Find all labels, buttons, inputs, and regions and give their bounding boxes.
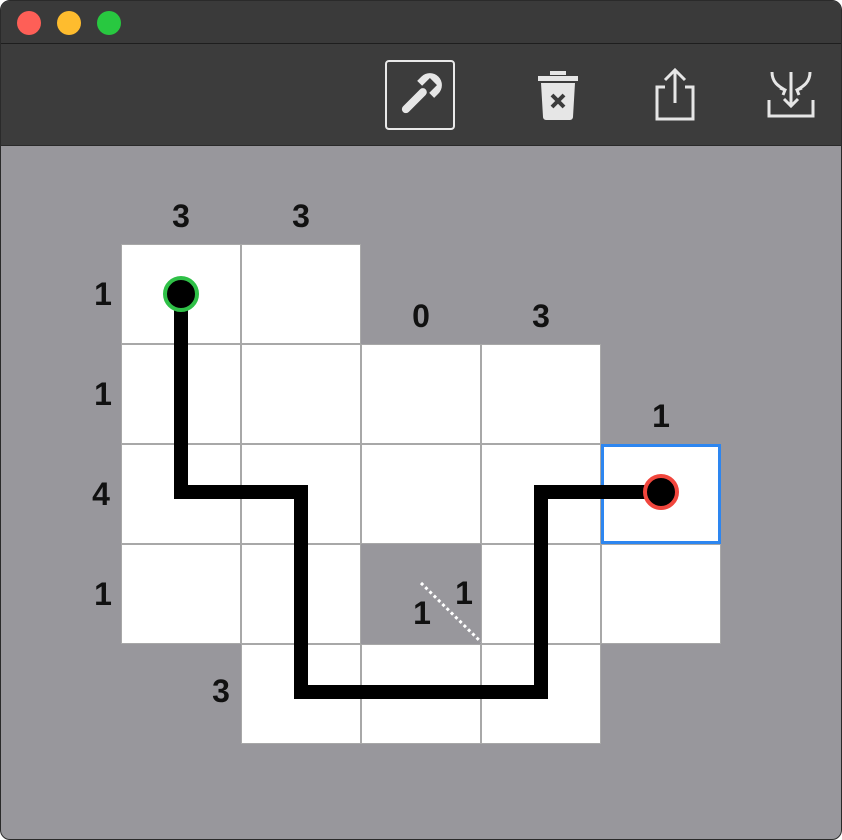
column-clue: 3 [292,197,310,234]
grid-cell[interactable] [121,544,241,644]
grid-cell[interactable] [481,644,601,744]
row-clue: 1 [94,275,112,312]
wrench-icon [401,73,442,114]
grid-cell[interactable] [361,644,481,744]
column-clue: 1 [652,397,670,434]
grid-cell[interactable] [241,544,361,644]
merge-down-button[interactable] [756,60,826,130]
grid-cell[interactable] [601,544,721,644]
close-window-button[interactable] [17,11,41,35]
column-clue: 3 [532,297,550,334]
wrench-tool-button[interactable] [385,60,455,130]
puzzle-board: 3 3 0 3 1 1 1 4 1 3 1 1 [1,146,841,839]
grid-cell[interactable] [241,644,361,744]
selected-grid-cell[interactable] [601,444,721,544]
title-bar [1,1,841,44]
grid-cell[interactable] [481,344,601,444]
grid-cell[interactable] [241,444,361,544]
toolbar [1,44,841,146]
grid-cell[interactable] [241,344,361,444]
column-clue: 0 [412,297,430,334]
row-clue: 1 [94,575,112,612]
grid-cell[interactable] [121,344,241,444]
zoom-window-button[interactable] [97,11,121,35]
trash-button[interactable] [523,60,593,130]
grid-cell[interactable] [121,244,241,344]
row-clue: 1 [94,375,112,412]
hole-row-clue: 1 [413,594,431,631]
column-clue: 3 [172,197,190,234]
row-clue: 4 [92,475,110,512]
grid-cell[interactable] [361,344,481,444]
grid-cell[interactable] [361,444,481,544]
grid-cell[interactable] [241,244,361,344]
grid-cell[interactable] [481,544,601,644]
merge-down-icon [767,71,815,118]
grid-cell[interactable] [481,444,601,544]
app-window: 3 3 0 3 1 1 1 4 1 3 1 1 [0,0,842,840]
share-button[interactable] [640,60,710,130]
row-clue: 3 [212,672,230,709]
trash-icon [538,71,578,120]
share-icon [655,67,695,121]
grid-cell[interactable] [121,444,241,544]
minimize-window-button[interactable] [57,11,81,35]
